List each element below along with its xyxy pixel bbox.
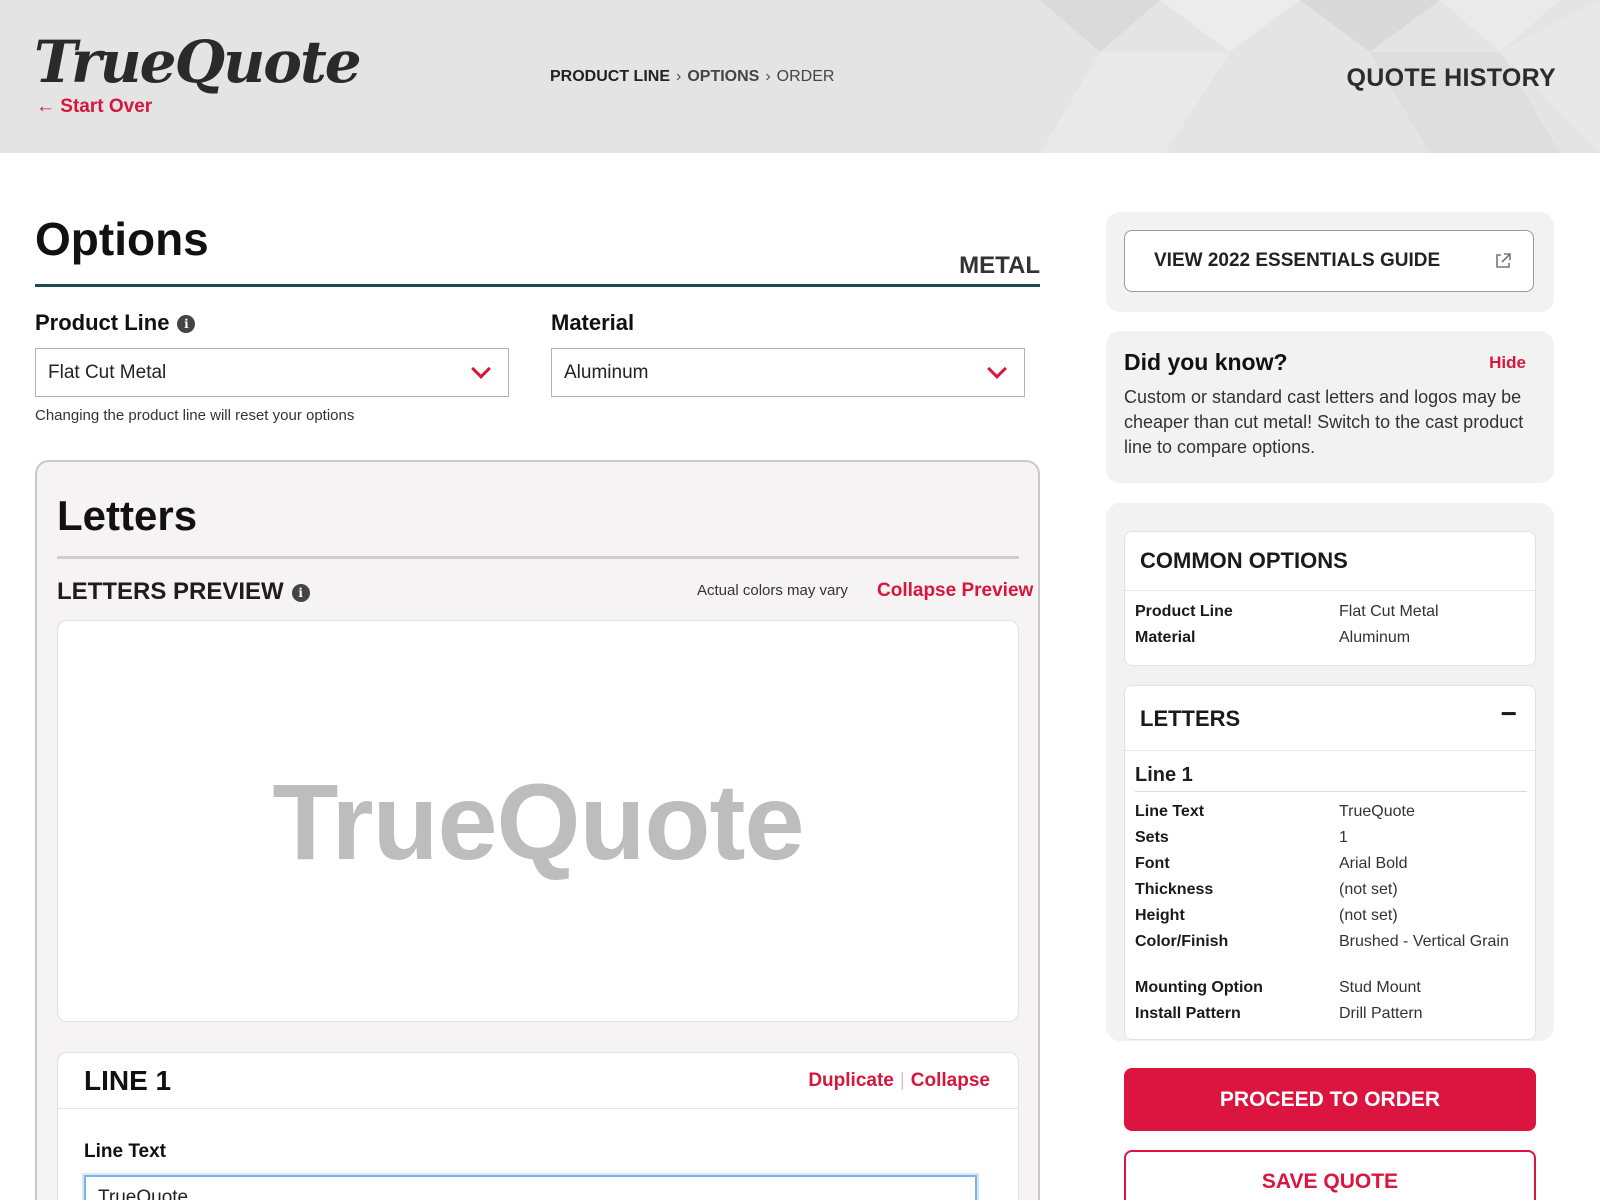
summary-row: Product Line Flat Cut Metal [1135,602,1535,622]
hide-tip-link[interactable]: Hide [1489,353,1526,373]
summary-key: Font [1135,855,1170,872]
letters-preview-label: LETTERS PREVIEW i [57,578,310,606]
line-card: LINE 1 Duplicate | Collapse Line Text True… [57,1052,1019,1200]
summary-row: Material Aluminum [1135,628,1535,648]
line-card-header: LINE 1 Duplicate | Collapse [58,1053,1018,1109]
view-guide-label: VIEW 2022 ESSENTIALS GUIDE [1154,250,1441,271]
breadcrumb-separator-icon: › [676,68,682,85]
summary-key: Line Text [1135,803,1205,820]
collapse-preview-link[interactable]: Collapse Preview [877,580,1033,602]
summary-value: TrueQuote [1339,803,1415,820]
category-tag: METAL [959,252,1040,279]
chevron-down-icon [471,358,491,379]
line-actions: Duplicate | Collapse [808,1070,990,1092]
summary-key: Color/Finish [1135,933,1229,950]
line-text-label: Line Text [84,1141,166,1162]
summary-value: 1 [1339,829,1348,846]
preview-disclaimer: Actual colors may vary [697,582,848,599]
quote-history-link[interactable]: QUOTE HISTORY [1347,64,1556,93]
summary-value: Brushed - Vertical Grain [1339,933,1509,950]
truequote-logo[interactable]: TrueQuote [34,28,362,96]
line-text-input[interactable]: TrueQuote [84,1175,977,1200]
external-link-icon [1496,253,1511,268]
product-line-select[interactable]: Flat Cut Metal [35,348,509,397]
breadcrumb-order: ORDER [776,68,835,85]
summary-value: Aluminum [1339,629,1411,646]
did-you-know-body: Custom or standard cast letters and logo… [1124,387,1524,457]
letters-panel: Letters LETTERS PREVIEW i Actual colors m… [35,460,1040,1200]
product-line-label: Product Line i [35,310,196,336]
summary-value: (not set) [1339,881,1398,898]
summary-key: Product Line [1135,603,1233,620]
summary-key: Install Pattern [1135,1005,1241,1022]
product-line-label-text: Product Line [35,310,170,335]
letters-preview-canvas: TrueQuote [57,620,1019,1022]
material-selected-value: Aluminum [564,361,649,383]
product-line-selected-value: Flat Cut Metal [48,361,167,383]
summary-key: Sets [1135,829,1169,846]
title-divider [35,284,1040,287]
preview-text: TrueQuote [272,760,804,882]
summary-value: (not set) [1339,907,1398,924]
info-icon[interactable]: i [177,315,196,334]
collapse-minus-icon[interactable]: − [1501,698,1517,730]
site-header: TrueQuote ← Start Over PRODUCT LINE › OPTI… [0,0,1600,153]
info-icon[interactable]: i [291,583,310,602]
start-over-link[interactable]: ← Start Over [36,96,152,118]
page-title: Options [35,213,209,265]
summary-value: Drill Pattern [1339,1005,1423,1022]
summary-key: Mounting Option [1135,979,1263,996]
summary-line-title: Line 1 [1135,764,1527,792]
did-you-know-title: Did you know? [1124,349,1288,375]
material-label: Material [551,310,635,335]
letters-summary-title: LETTERS [1140,706,1241,731]
save-quote-button[interactable]: SAVE QUOTE [1124,1150,1536,1200]
letters-divider [57,556,1019,559]
breadcrumb-options: OPTIONS [687,68,760,85]
summary-key: Height [1135,907,1185,924]
common-options-title: COMMON OPTIONS [1125,532,1535,591]
summary-key: Thickness [1135,881,1214,898]
breadcrumb: PRODUCT LINE › OPTIONS › ORDER [550,68,834,86]
collapse-line-link[interactable]: Collapse [911,1070,990,1091]
breadcrumb-separator-icon: › [765,68,771,85]
guide-card: VIEW 2022 ESSENTIALS GUIDE [1106,212,1554,312]
material-select[interactable]: Aluminum [551,348,1025,397]
common-options-box: COMMON OPTIONS Product Line Flat Cut Met… [1124,531,1536,666]
line-title: LINE 1 [84,1065,172,1096]
summary-value: Arial Bold [1339,855,1408,872]
proceed-to-order-button[interactable]: PROCEED TO ORDER [1124,1068,1536,1131]
breadcrumb-product-line[interactable]: PRODUCT LINE [550,68,670,85]
summary-key: Material [1135,629,1196,646]
did-you-know-card: Did you know? Hide Custom or standard ca… [1106,331,1554,483]
quote-summary-card: COMMON OPTIONS Product Line Flat Cut Met… [1106,503,1554,1041]
summary-value: Flat Cut Metal [1339,603,1439,620]
letters-preview-label-text: LETTERS PREVIEW [57,578,284,605]
action-divider: | [899,1070,905,1091]
summary-value: Stud Mount [1339,979,1421,996]
letters-title: Letters [57,492,198,539]
product-line-helper-text: Changing the product line will reset you… [35,407,355,424]
letters-summary-header[interactable]: LETTERS − [1125,686,1535,751]
duplicate-line-link[interactable]: Duplicate [808,1070,894,1091]
letters-summary-box: LETTERS − Line 1 Line Text TrueQuote Set… [1124,685,1536,1040]
chevron-down-icon [987,358,1007,379]
view-guide-button[interactable]: VIEW 2022 ESSENTIALS GUIDE [1124,230,1534,292]
